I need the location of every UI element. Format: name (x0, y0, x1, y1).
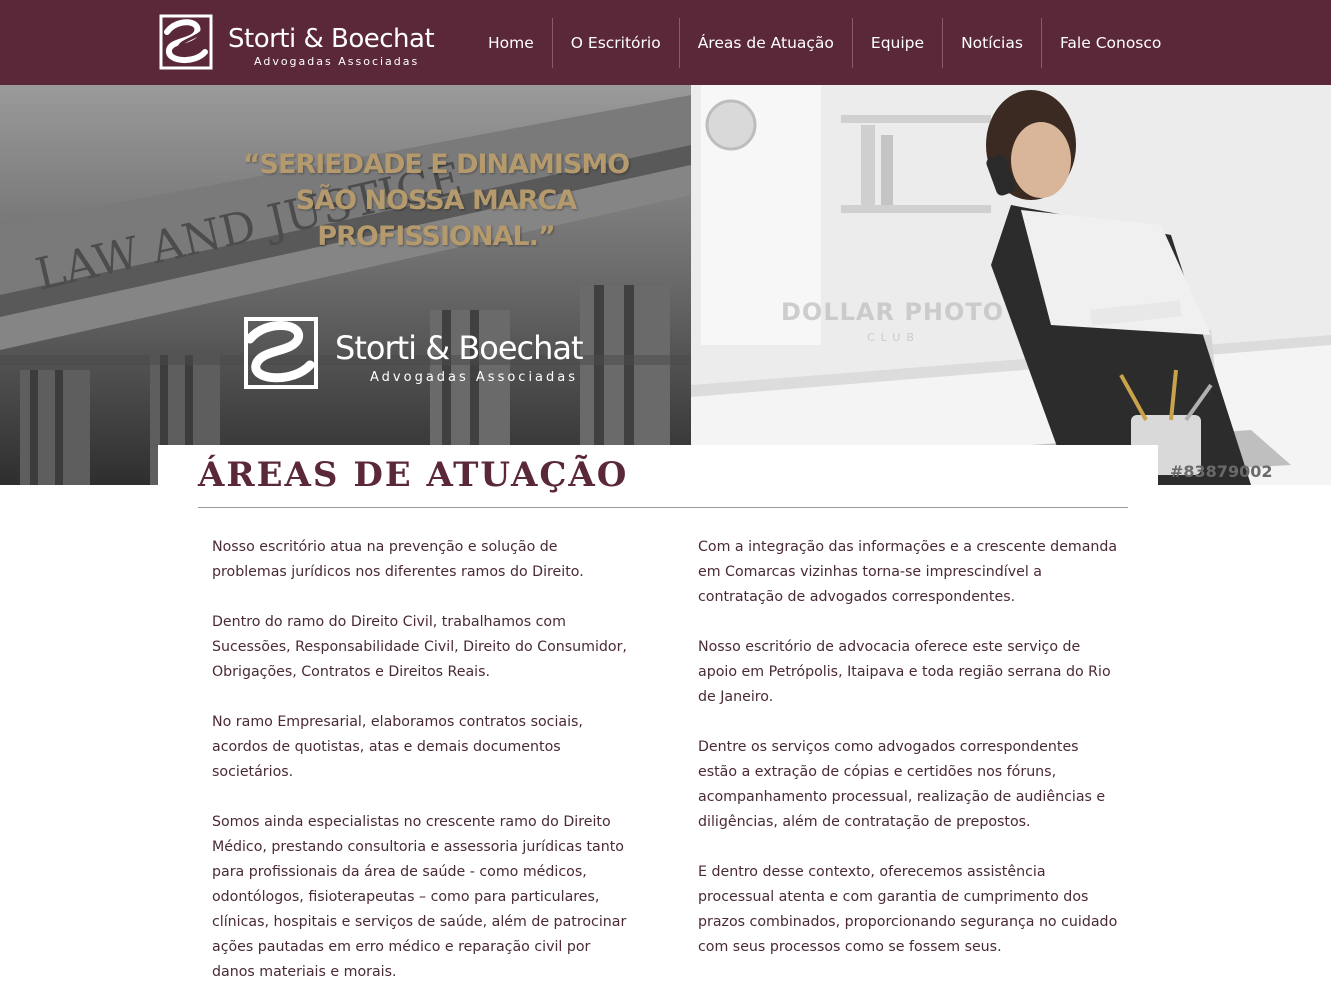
title-divider (198, 507, 1128, 508)
courthouse-illustration: LAW AND JUSTICE (0, 85, 691, 485)
paragraph: Nosso escritório atua na prevenção e sol… (212, 539, 584, 580)
brand-logo[interactable]: Storti & Boechat Advogadas Associadas (157, 14, 447, 70)
paragraph: Nosso escritório de advocacia oferece es… (698, 639, 1111, 705)
hero-brand-name: Storti & Boechat (335, 329, 584, 367)
sb-monogram-logo-icon (244, 317, 318, 389)
content-panel: ÁREAS DE ATUAÇÃO Nosso escritório atua n… (158, 445, 1158, 1000)
hero-banner: LAW AND JUSTICE “SERIEDADE E DINAMISMO S… (0, 85, 1331, 485)
hero-quote: “SERIEDADE E DINAMISMO SÃO NOSSA MARCA P… (176, 147, 691, 255)
paragraph: E dentro desse contexto, oferecemos assi… (698, 864, 1118, 955)
hero-quote-line-1: “SERIEDADE E DINAMISMO (242, 149, 630, 180)
nav-noticias[interactable]: Notícias (942, 18, 1041, 68)
main-nav: Home O Escritório Áreas de Atuação Equip… (470, 18, 1179, 68)
brand-tagline: Advogadas Associadas (254, 55, 420, 68)
left-column: Nosso escritório atua na prevenção e sol… (212, 535, 632, 1000)
hero-quote-line-2: SÃO NOSSA MARCA PROFISSIONAL.” (295, 185, 577, 252)
stock-watermark: DOLLAR PHOTO (781, 298, 1005, 326)
office-woman-illustration (691, 85, 1331, 485)
page-title: ÁREAS DE ATUAÇÃO (198, 455, 629, 495)
paragraph: Dentre os serviços como advogados corres… (698, 739, 1106, 830)
hero-courthouse-image: LAW AND JUSTICE “SERIEDADE E DINAMISMO S… (0, 85, 691, 485)
hero-office-photo: DOLLAR PHOTO CLUB #83879002 (691, 85, 1331, 485)
sb-monogram-logo-icon (159, 14, 213, 70)
nav-o-escritorio[interactable]: O Escritório (551, 18, 679, 68)
paragraph: No ramo Empresarial, elaboramos contrato… (212, 714, 583, 780)
right-column: Com a integração das informações e a cre… (698, 535, 1118, 985)
paragraph: Somos ainda especialistas no crescente r… (212, 814, 627, 980)
paragraph: Com a integração das informações e a cre… (698, 539, 1118, 605)
paragraph: Dentro do ramo do Direito Civil, trabalh… (212, 614, 627, 680)
hero-brand-tagline: Advogadas Associadas (370, 370, 579, 385)
nav-home[interactable]: Home (470, 18, 552, 68)
brand-name: Storti & Boechat (228, 24, 435, 54)
stock-image-id: #83879002 (1170, 462, 1273, 481)
nav-areas-de-atuacao[interactable]: Áreas de Atuação (678, 18, 852, 68)
site-header: Storti & Boechat Advogadas Associadas Ho… (0, 0, 1331, 85)
hero-brand-logo: Storti & Boechat Advogadas Associadas (238, 315, 638, 395)
nav-fale-conosco[interactable]: Fale Conosco (1040, 18, 1179, 68)
stock-watermark-sub: CLUB (867, 331, 920, 344)
nav-equipe[interactable]: Equipe (851, 18, 942, 68)
